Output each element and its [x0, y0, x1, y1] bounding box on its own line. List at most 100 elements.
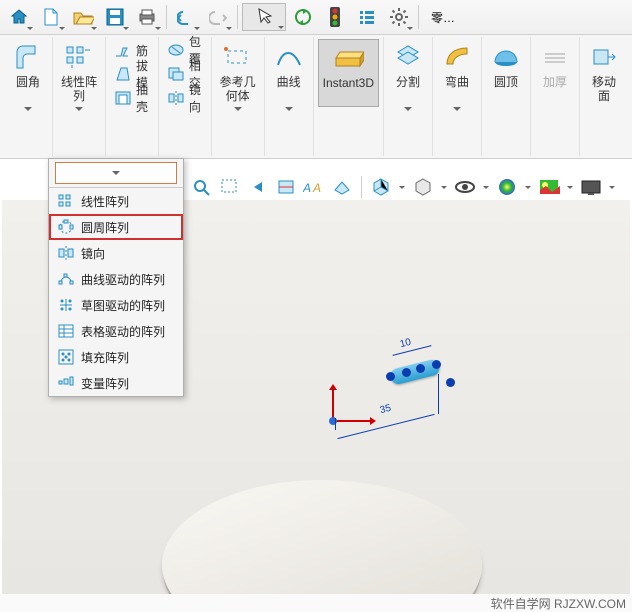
menu-item-circular[interactable]: 圆周阵列: [49, 214, 183, 240]
variable-icon: [57, 374, 75, 392]
render-icon[interactable]: [579, 175, 603, 199]
dropdown-icon[interactable]: [397, 186, 407, 189]
svg-text:A: A: [312, 181, 321, 195]
fillet-button[interactable]: 圆角: [8, 39, 48, 113]
shell-icon: [114, 89, 132, 107]
curves-button[interactable]: 曲线: [269, 39, 309, 113]
dim-line-2: [337, 414, 434, 439]
menu-split-header: [49, 159, 183, 188]
dropdown-icon[interactable]: [481, 186, 491, 189]
menu-item-label: 圆周阵列: [81, 219, 129, 236]
dome-button[interactable]: 圆顶: [486, 39, 526, 105]
dropdown-icon: [453, 107, 461, 111]
dropdown-icon[interactable]: [439, 186, 449, 189]
home-button[interactable]: [4, 3, 34, 31]
split-icon: [392, 41, 424, 73]
zoom-fit-icon[interactable]: [190, 175, 214, 199]
menu-split-button[interactable]: [55, 162, 177, 184]
parts-label: 零…: [431, 9, 455, 26]
print-button[interactable]: [132, 3, 162, 31]
separator: [166, 5, 167, 29]
linear-pattern-label: 线性阵 列: [61, 75, 97, 103]
thicken-label: 加厚: [543, 75, 567, 103]
dynamic-annot-icon[interactable]: AA: [302, 175, 326, 199]
section-plane-icon[interactable]: [330, 175, 354, 199]
ref-geometry-button[interactable]: 参考几 何体: [216, 39, 260, 113]
draft-icon: [114, 65, 132, 83]
menu-item-mirror[interactable]: 镜向: [49, 240, 183, 266]
wrap-icon: [167, 41, 185, 59]
dropdown-icon: [285, 107, 293, 111]
options-list-icon[interactable]: [352, 3, 382, 31]
display-style-icon[interactable]: [411, 175, 435, 199]
circular-icon: [57, 218, 75, 236]
menu-item-sketch[interactable]: 草图驱动的阵列: [49, 292, 183, 318]
linear-icon: [57, 192, 75, 210]
menu-item-fill[interactable]: 填充阵列: [49, 344, 183, 370]
split-button[interactable]: 分割: [388, 39, 428, 113]
quick-access-toolbar: 零…: [0, 0, 632, 35]
split-label: 分割: [396, 75, 420, 103]
settings-gear-icon[interactable]: [384, 3, 414, 31]
curves-label: 曲线: [277, 75, 301, 103]
instant3d-icon: [332, 42, 364, 74]
menu-item-linear[interactable]: 线性阵列: [49, 188, 183, 214]
hide-show-icon[interactable]: [453, 175, 477, 199]
prev-view-icon[interactable]: [246, 175, 270, 199]
dropdown-icon[interactable]: [565, 186, 575, 189]
menu-item-label: 填充阵列: [81, 349, 129, 366]
thicken-button[interactable]: 加厚: [535, 39, 575, 105]
menu-item-table[interactable]: 表格驱动的阵列: [49, 318, 183, 344]
view-orientation-icon[interactable]: [369, 175, 393, 199]
table-icon: [57, 322, 75, 340]
menu-item-label: 线性阵列: [81, 193, 129, 210]
save-button[interactable]: [100, 3, 130, 31]
menu-item-curve[interactable]: 曲线驱动的阵列: [49, 266, 183, 292]
menu-item-label: 镜向: [81, 245, 105, 262]
select-button[interactable]: [242, 3, 286, 31]
undo-button[interactable]: [171, 3, 201, 31]
open-button[interactable]: [68, 3, 98, 31]
slot-feature: [390, 364, 440, 380]
section-view-icon[interactable]: [274, 175, 298, 199]
svg-text:A: A: [303, 181, 311, 195]
dim-ext-2: [438, 374, 439, 414]
separator: [361, 176, 362, 198]
parts-button[interactable]: 零…: [423, 3, 463, 31]
disc-body: [162, 480, 482, 594]
pattern-dropdown-menu: 线性阵列圆周阵列镜向曲线驱动的阵列草图驱动的阵列表格驱动的阵列填充阵列变量阵列: [48, 158, 184, 397]
dropdown-icon[interactable]: [523, 186, 533, 189]
dropdown-icon: [234, 107, 242, 111]
menu-item-label: 表格驱动的阵列: [81, 323, 165, 340]
move-face-label: 移动面: [588, 75, 620, 103]
mirror-button[interactable]: 镜向: [163, 87, 207, 109]
fillet-icon: [12, 41, 44, 73]
appearance-icon[interactable]: [495, 175, 519, 199]
dim-text-2: 35: [379, 403, 392, 416]
mirror-label: 镜向: [189, 81, 203, 115]
new-button[interactable]: [36, 3, 66, 31]
scene-icon[interactable]: [537, 175, 561, 199]
bend-icon: [441, 41, 473, 73]
linear-pattern-button[interactable]: 线性阵 列: [57, 39, 101, 113]
zoom-area-icon[interactable]: [218, 175, 242, 199]
dome-label: 圆顶: [494, 75, 518, 103]
traffic-light-icon[interactable]: [320, 3, 350, 31]
mirror-icon: [57, 244, 75, 262]
mirror-icon: [167, 89, 185, 107]
rebuild-button[interactable]: [288, 3, 318, 31]
bend-button[interactable]: 弯曲: [437, 39, 477, 113]
redo-button[interactable]: [203, 3, 233, 31]
separator: [237, 5, 238, 29]
sketch-icon: [57, 296, 75, 314]
fill-icon: [57, 348, 75, 366]
instant3d-button[interactable]: Instant3D: [318, 39, 379, 107]
menu-item-label: 草图驱动的阵列: [81, 297, 165, 314]
dim-text-1: 10: [399, 337, 412, 350]
dropdown-icon[interactable]: [607, 186, 617, 189]
menu-item-variable[interactable]: 变量阵列: [49, 370, 183, 396]
move-face-button[interactable]: 移动面: [584, 39, 624, 105]
shell-button[interactable]: 抽壳: [110, 87, 154, 109]
intersect-icon: [167, 65, 185, 83]
bend-label: 弯曲: [445, 75, 469, 103]
